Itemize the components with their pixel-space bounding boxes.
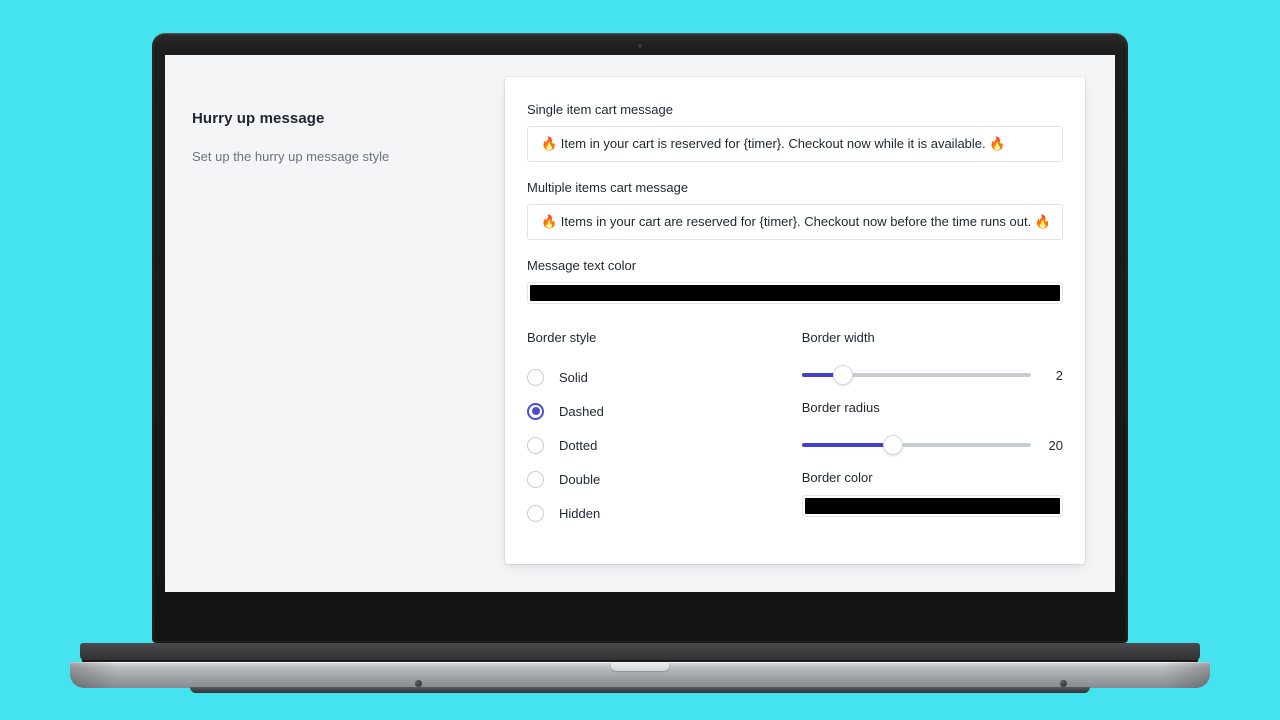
border-radius-label: Border radius — [801, 400, 880, 415]
border-style-option-label: Hidden — [559, 505, 601, 521]
multiple-items-message-field: Multiple items cart message 🔥 Items in y… — [527, 180, 1063, 240]
border-style-option-label: Dashed — [559, 403, 604, 419]
message-text-color-picker[interactable] — [527, 282, 1063, 304]
laptop-foot-left-icon — [415, 680, 422, 687]
border-style-option-label: Double — [559, 471, 601, 487]
settings-intro-column: Hurry up message Set up the hurry up mes… — [165, 55, 515, 167]
laptop-lid: Hurry up message Set up the hurry up mes… — [152, 33, 1128, 643]
border-width-slider-row: 2 — [801, 365, 1063, 385]
border-width-value: 2 — [1055, 367, 1063, 383]
border-style-label: Border style — [527, 330, 597, 345]
message-text-color-field: Message text color — [527, 258, 1063, 304]
laptop-latch-notch — [611, 662, 669, 671]
multiple-items-message-input[interactable]: 🔥 Items in your cart are reserved for {t… — [527, 204, 1063, 240]
slider-thumb[interactable] — [883, 435, 904, 455]
laptop-base-underside — [190, 687, 1090, 693]
single-item-message-input[interactable]: 🔥 Item in your cart is reserved for {tim… — [527, 126, 1063, 162]
border-settings-row: Border style Solid Dashed Dotted Double … — [527, 330, 1063, 530]
page-subtitle: Set up the hurry up message style — [192, 149, 390, 164]
page-title: Hurry up message — [192, 110, 325, 127]
border-style-option-double[interactable]: Double — [527, 462, 802, 496]
border-color-field: Border color — [801, 470, 1063, 517]
border-radius-slider-row: 20 — [801, 435, 1063, 455]
laptop-base — [70, 643, 1210, 695]
border-color-picker[interactable] — [801, 495, 1063, 517]
border-radius-field: Border radius 20 — [801, 400, 1063, 455]
message-text-color-label: Message text color — [527, 258, 637, 273]
settings-page: Hurry up message Set up the hurry up mes… — [165, 55, 1115, 592]
border-color-label: Border color — [801, 470, 873, 485]
border-radius-value: 20 — [1048, 437, 1063, 453]
border-width-label: Border width — [801, 330, 875, 345]
border-width-field: Border width 2 — [801, 330, 1063, 385]
border-style-option-hidden[interactable]: Hidden — [527, 496, 802, 530]
laptop-foot-right-icon — [1060, 680, 1067, 687]
border-style-group: Border style Solid Dashed Dotted Double … — [527, 330, 802, 530]
webcam-icon — [638, 44, 642, 48]
border-style-option-label: Solid — [559, 369, 588, 385]
multiple-items-message-label: Multiple items cart message — [527, 180, 689, 195]
laptop-mockup: Hurry up message Set up the hurry up mes… — [0, 0, 1280, 720]
single-item-message-label: Single item cart message — [527, 102, 673, 117]
radio-icon — [527, 504, 544, 522]
border-style-option-dotted[interactable]: Dotted — [527, 428, 802, 462]
border-controls-group: Border width 2 Border radius 20 Border c… — [801, 330, 1063, 530]
single-item-message-field: Single item cart message 🔥 Item in your … — [527, 102, 1063, 162]
message-text-color-swatch — [530, 285, 1060, 301]
border-width-slider[interactable] — [801, 365, 1031, 385]
settings-card: Single item cart message 🔥 Item in your … — [505, 77, 1085, 564]
border-color-swatch — [804, 498, 1060, 514]
border-radius-slider[interactable] — [801, 435, 1031, 455]
radio-icon — [527, 368, 544, 386]
radio-selected-icon — [527, 402, 544, 420]
radio-icon — [527, 436, 544, 454]
slider-thumb[interactable] — [832, 365, 853, 385]
radio-icon — [527, 470, 544, 488]
laptop-screen: Hurry up message Set up the hurry up mes… — [165, 55, 1115, 592]
border-style-option-dashed[interactable]: Dashed — [527, 394, 802, 428]
border-style-options: Solid Dashed Dotted Double Hidden — [527, 360, 802, 530]
border-style-option-label: Dotted — [559, 437, 598, 453]
border-style-option-solid[interactable]: Solid — [527, 360, 802, 394]
slider-fill — [801, 443, 894, 447]
